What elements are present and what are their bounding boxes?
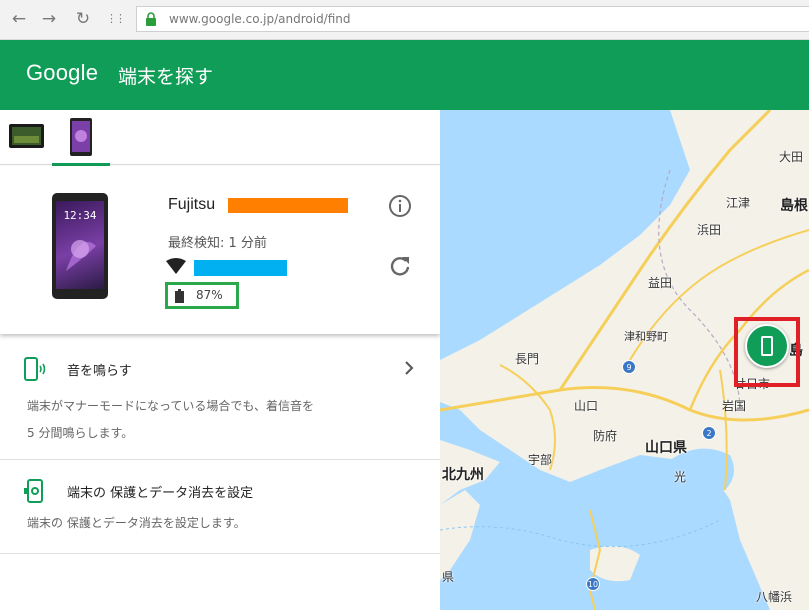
battery-status: 87% <box>165 282 239 309</box>
ring-description-line1: 端末がマナーモードになっている場合でも、着信音を <box>27 399 315 413</box>
tablet-icon <box>9 124 44 148</box>
route-shield-10: 10 <box>586 577 600 591</box>
battery-icon <box>175 289 184 303</box>
ring-title: 音を鳴らす <box>67 364 132 379</box>
device-tabs <box>0 110 440 166</box>
map-label-goutsu: 江津 <box>726 196 751 210</box>
device-name: Fujitsu <box>168 196 216 213</box>
url-text: www.google.co.jp/android/find <box>169 12 351 26</box>
map-label-shimane: 島根 <box>780 198 808 214</box>
tab-phone-device[interactable] <box>52 110 110 166</box>
map-label-ohda: 大田 <box>779 150 804 164</box>
device-location-marker[interactable] <box>745 324 789 368</box>
tab-tablet-device[interactable] <box>0 110 52 165</box>
map-label-yahatahama: 八幡浜 <box>756 590 793 604</box>
wifi-icon <box>166 258 186 274</box>
map-label-hofu: 防府 <box>593 429 618 443</box>
map-label-ken: 県 <box>442 570 455 584</box>
reload-button[interactable]: ↻ <box>72 8 94 30</box>
google-logo[interactable]: Google <box>26 60 98 86</box>
redaction-bar <box>228 198 348 213</box>
map-label-hikari: 光 <box>674 470 687 484</box>
phone-icon <box>761 336 773 356</box>
page-title: 端末を探す <box>118 66 214 88</box>
network-redaction-bar <box>194 260 287 276</box>
ring-description: 端末がマナーモードになっている場合でも、着信音を 5 分間鳴らします。 <box>27 393 407 447</box>
refresh-icon[interactable] <box>388 254 412 278</box>
map-label-kitakyushu: 北九州 <box>442 467 484 483</box>
map-label-nagato: 長門 <box>515 352 540 366</box>
secure-phone-icon <box>24 479 43 503</box>
device-panel: 12:34 Fujitsu 最終検知: 1 分前 87% 音を鳴らす 端末がマナ… <box>0 110 440 610</box>
phone-thumbnail-icon <box>70 118 92 156</box>
secure-device-action[interactable]: 端末の 保護とデータ消去を設定 端末の 保護とデータ消去を設定します。 <box>0 460 440 554</box>
info-icon[interactable] <box>388 194 412 218</box>
forward-button[interactable]: → <box>38 8 60 30</box>
map-label-iwakuni: 岩国 <box>722 399 747 413</box>
apps-icon[interactable]: ⋮⋮ <box>104 8 126 30</box>
map-label-hamada: 浜田 <box>697 223 722 237</box>
map-label-masuda: 益田 <box>648 276 673 290</box>
browser-toolbar: ← → ↻ ⋮⋮ www.google.co.jp/android/find <box>0 0 809 40</box>
lock-icon <box>146 12 156 26</box>
map-label-tsuwano: 津和野町 <box>624 330 668 343</box>
device-card: 12:34 Fujitsu 最終検知: 1 分前 87% <box>0 166 440 334</box>
secure-title: 端末の 保護とデータ消去を設定 <box>67 486 254 501</box>
map-label-ube: 宇部 <box>528 453 553 467</box>
map-label-yamaguchi: 山口 <box>574 399 599 413</box>
address-bar[interactable]: www.google.co.jp/android/find <box>136 6 809 32</box>
device-image: 12:34 <box>52 193 108 299</box>
app-header: Google 端末を探す <box>0 40 809 110</box>
map-label-yamaguchi-pref: 山口県 <box>645 440 687 456</box>
chevron-right-icon[interactable] <box>402 360 416 376</box>
back-button[interactable]: ← <box>8 8 30 30</box>
ring-phone-icon <box>24 357 46 381</box>
ring-description-line2: 5 分間鳴らします。 <box>27 426 134 440</box>
map-view[interactable]: 大田 江津 島根 浜田 益田 津和野町 長門 山口 防府 山口県 岩国 廿日市 … <box>440 110 809 610</box>
last-seen-text: 最終検知: 1 分前 <box>168 236 267 251</box>
ring-device-action[interactable]: 音を鳴らす 端末がマナーモードになっている場合でも、着信音を 5 分間鳴らします… <box>0 334 440 460</box>
route-shield-2: 2 <box>702 426 716 440</box>
route-shield-9: 9 <box>622 360 636 374</box>
battery-level: 87% <box>196 288 223 302</box>
secure-description: 端末の 保護とデータ消去を設定します。 <box>27 516 246 530</box>
